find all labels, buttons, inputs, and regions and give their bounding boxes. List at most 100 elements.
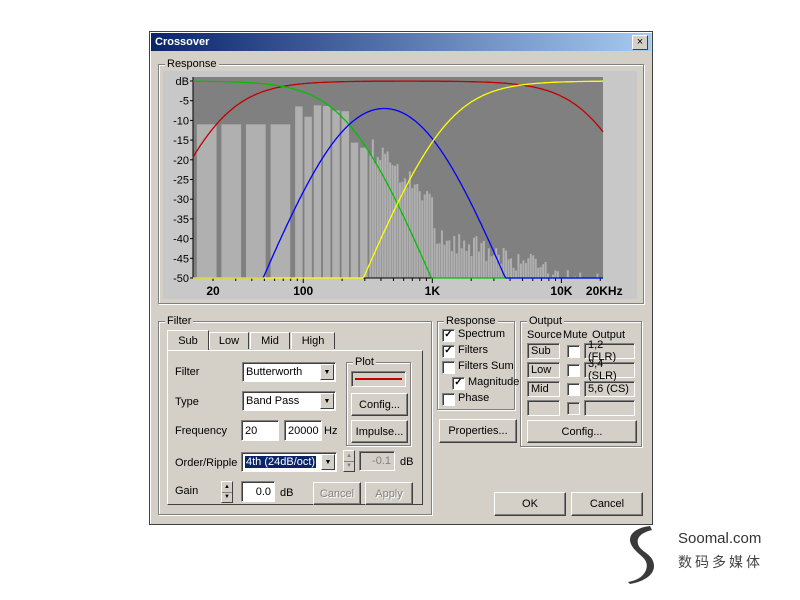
filter-select[interactable]: Butterworth ▼	[242, 362, 336, 382]
spectrum-bar	[397, 164, 399, 278]
output-channel-field[interactable]	[584, 400, 635, 416]
window-title: Crossover	[155, 36, 209, 48]
spectrum-bar	[394, 166, 396, 278]
x-tick-label: 100	[293, 284, 313, 298]
ok-button[interactable]: OK	[494, 492, 566, 516]
output-channel-field[interactable]: 1,2 (FLR)	[584, 343, 635, 359]
output-channel-value: 5,6 (CS)	[588, 383, 629, 395]
watermark-site: Soomal.com	[678, 530, 761, 547]
output-source-value: Low	[531, 364, 551, 376]
y-tick-label: -10	[173, 115, 189, 127]
spectrum-bar	[466, 251, 468, 278]
tab-sub[interactable]: Sub	[167, 330, 209, 350]
spectrum-bar	[480, 243, 482, 278]
spectrum-bar	[478, 252, 480, 278]
response-option-checkbox[interactable]: ✓	[442, 345, 455, 358]
spectrum-bar	[429, 194, 431, 278]
spectrum-bar	[406, 188, 408, 278]
spectrum-bar	[448, 240, 450, 278]
y-tick-label: -5	[179, 96, 189, 108]
output-source-field[interactable]	[527, 400, 560, 416]
response-option-label: Phase	[458, 392, 489, 404]
response-option-checkbox[interactable]: ✓	[442, 329, 455, 342]
output-source-field[interactable]: Low	[527, 362, 560, 378]
gain-spinner[interactable]: ▲ ▼	[221, 481, 233, 503]
spectrum-bar	[409, 171, 411, 278]
spectrum-bar	[441, 230, 443, 278]
title-bar[interactable]: Crossover ×	[151, 33, 651, 51]
response-option-checkbox[interactable]	[442, 361, 455, 374]
filter-apply-button[interactable]: Apply	[365, 482, 413, 505]
close-button[interactable]: ×	[632, 35, 648, 50]
output-channel-field[interactable]: 5,6 (CS)	[584, 381, 635, 397]
output-group-label: Output	[527, 315, 564, 327]
output-source-value: Sub	[531, 345, 551, 357]
watermark-tagline: 数码多媒体	[678, 552, 763, 572]
spectrum-bar	[456, 253, 458, 278]
order-select[interactable]: 4th (24dB/oct) ▼	[241, 452, 337, 472]
frequency-high-input[interactable]: 20000	[284, 420, 322, 441]
plot-config-button[interactable]: Config...	[351, 393, 408, 416]
spectrum-bar	[453, 236, 455, 278]
filter-tabs: Sub Low Mid High	[167, 332, 425, 350]
type-select-value: Band Pass	[246, 395, 299, 407]
response-option-label: Filters Sum	[458, 360, 514, 372]
frequency-high-value: 20000	[288, 425, 319, 437]
spin-up-icon: ▲	[222, 482, 232, 493]
spectrum-bar	[246, 124, 266, 278]
spectrum-bar	[404, 178, 406, 278]
spectrum-bar	[446, 241, 448, 278]
tab-high[interactable]: High	[291, 332, 335, 349]
chevron-down-icon: ▼	[321, 454, 335, 470]
plot-impulse-button[interactable]: Impulse...	[351, 420, 408, 443]
frequency-unit: Hz	[324, 425, 337, 437]
frequency-low-input[interactable]: 20	[241, 420, 279, 441]
tab-low[interactable]: Low	[209, 332, 249, 349]
response-option-label: Filters	[458, 344, 488, 356]
spectrum-bar	[221, 124, 241, 278]
spectrum-bar	[488, 248, 490, 278]
gain-input[interactable]: 0.0	[241, 481, 275, 502]
spectrum-bar	[471, 256, 473, 278]
spectrum-bar	[567, 270, 569, 278]
type-select[interactable]: Band Pass ▼	[242, 391, 336, 411]
response-option-checkbox[interactable]	[442, 393, 455, 406]
spectrum-bar	[554, 270, 556, 278]
frequency-low-value: 20	[245, 425, 257, 437]
ripple-spinner[interactable]: ▲ ▼	[343, 450, 355, 472]
ripple-input[interactable]: -0.1	[359, 451, 395, 471]
output-source-field[interactable]: Mid	[527, 381, 560, 397]
spectrum-bar	[540, 267, 542, 278]
y-tick-label: -50	[173, 273, 189, 285]
output-channel-field[interactable]: 3,4 (SLR)	[584, 362, 635, 378]
filter-cancel-button[interactable]: Cancel	[313, 482, 361, 505]
x-tick-label: 10K	[550, 284, 572, 298]
spectrum-bar	[434, 228, 436, 278]
properties-button[interactable]: Properties...	[439, 419, 517, 443]
output-mute-checkbox[interactable]	[567, 383, 580, 396]
spectrum-bar	[443, 245, 445, 278]
cancel-button[interactable]: Cancel	[571, 492, 643, 516]
spectrum-bar	[557, 271, 559, 278]
filter-type-label: Filter	[175, 366, 199, 378]
spectrum-bar	[545, 262, 547, 278]
response-graph: dB-5-10-15-20-25-30-35-40-45-5020 100 1K 10…	[163, 71, 637, 299]
tab-mid[interactable]: Mid	[250, 332, 290, 349]
spectrum-bar	[525, 263, 527, 278]
spectrum-bar	[436, 244, 438, 278]
spectrum-bar	[379, 160, 381, 278]
gain-unit: dB	[280, 487, 293, 499]
output-source-field[interactable]: Sub	[527, 343, 560, 359]
plot-color-swatch[interactable]	[351, 371, 406, 387]
spectrum-bar	[468, 244, 470, 278]
spectrum-bar	[485, 261, 487, 278]
x-tick-label: 20	[206, 284, 220, 298]
response-option-checkbox[interactable]: ✓	[452, 377, 465, 390]
output-config-button[interactable]: Config...	[527, 420, 637, 443]
output-mute-checkbox[interactable]	[567, 364, 580, 377]
response-graph-group: Response dB -5 -10 -15 -20 -25 -30 -35 -40 -45 -50…	[158, 64, 644, 304]
spectrum-bar	[426, 191, 428, 278]
output-mute-checkbox[interactable]	[567, 345, 580, 358]
output-mute-checkbox[interactable]	[567, 402, 580, 415]
spectrum-bar	[438, 243, 440, 278]
